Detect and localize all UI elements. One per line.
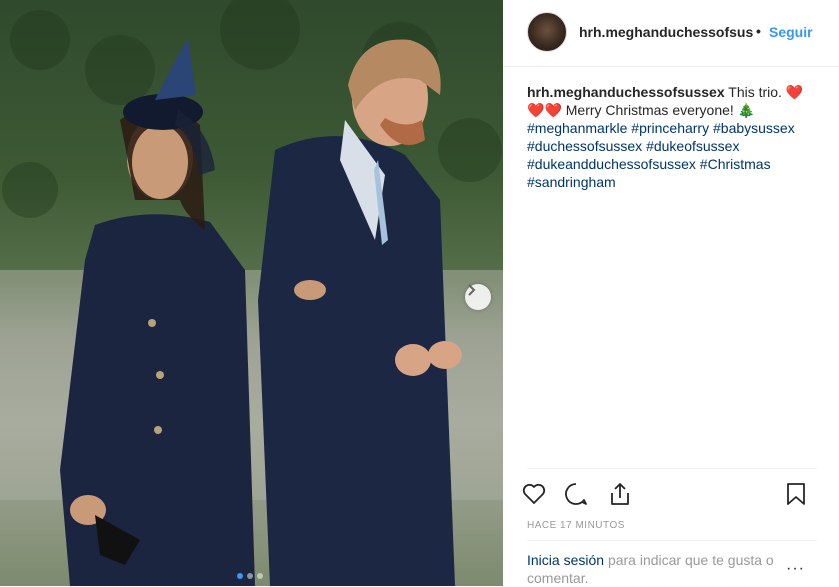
hashtag-link[interactable]: #meghanmarkle <box>527 120 627 136</box>
avatar[interactable] <box>527 12 567 52</box>
action-bar <box>522 468 817 519</box>
comment-icon[interactable] <box>563 481 589 507</box>
hashtag-link[interactable]: #babysussex <box>713 120 795 136</box>
heart-emoji: ❤️ <box>527 102 545 118</box>
follow-button[interactable]: Seguir <box>769 24 813 40</box>
caption-text-2: Merry Christmas everyone! <box>565 102 734 118</box>
caption-username[interactable]: hrh.meghanduchessofsussex <box>527 84 725 100</box>
carousel-indicator <box>237 573 263 579</box>
bookmark-icon[interactable] <box>783 481 809 507</box>
carousel-dot-active <box>237 573 243 579</box>
hashtag-link[interactable]: #dukeofsussex <box>646 138 739 154</box>
heart-outline-icon[interactable] <box>521 481 547 507</box>
post-photo <box>0 0 503 586</box>
post-header: hrh.meghanduchessofsus • Seguir <box>503 0 839 67</box>
hashtag-link[interactable]: #sandringham <box>527 174 616 190</box>
post-caption: hrh.meghanduchessofsussex This trio. ❤️ … <box>527 83 817 191</box>
hashtag-link[interactable]: #duchessofsussex <box>527 138 642 154</box>
christmas-tree-emoji: 🎄 <box>737 102 756 118</box>
carousel-dot <box>247 573 253 579</box>
caption-text-1: This trio. <box>728 84 782 100</box>
header-separator: • <box>756 23 761 39</box>
post-timestamp: HACE 17 MINUTOS <box>527 520 625 531</box>
heart-emoji: ❤️ <box>544 102 562 118</box>
hashtag-link[interactable]: #princeharry <box>631 120 709 136</box>
post-media[interactable] <box>0 0 503 586</box>
hashtag-link[interactable]: #dukeandduchessofsussex <box>527 156 696 172</box>
post-sidebar: hrh.meghanduchessofsus • Seguir hrh.megh… <box>503 0 839 586</box>
login-link[interactable]: Inicia sesión <box>527 552 604 568</box>
share-icon[interactable] <box>607 481 633 507</box>
next-photo-button[interactable] <box>465 284 491 310</box>
more-options-button[interactable]: ··· <box>786 560 805 578</box>
header-username[interactable]: hrh.meghanduchessofsus <box>579 24 755 40</box>
hashtag-link[interactable]: #Christmas <box>700 156 771 172</box>
heart-emoji: ❤️ <box>785 84 804 100</box>
chevron-right-icon <box>468 284 476 296</box>
login-prompt: Inicia sesión para indicar que te gusta … <box>527 540 817 587</box>
carousel-dot <box>257 573 263 579</box>
